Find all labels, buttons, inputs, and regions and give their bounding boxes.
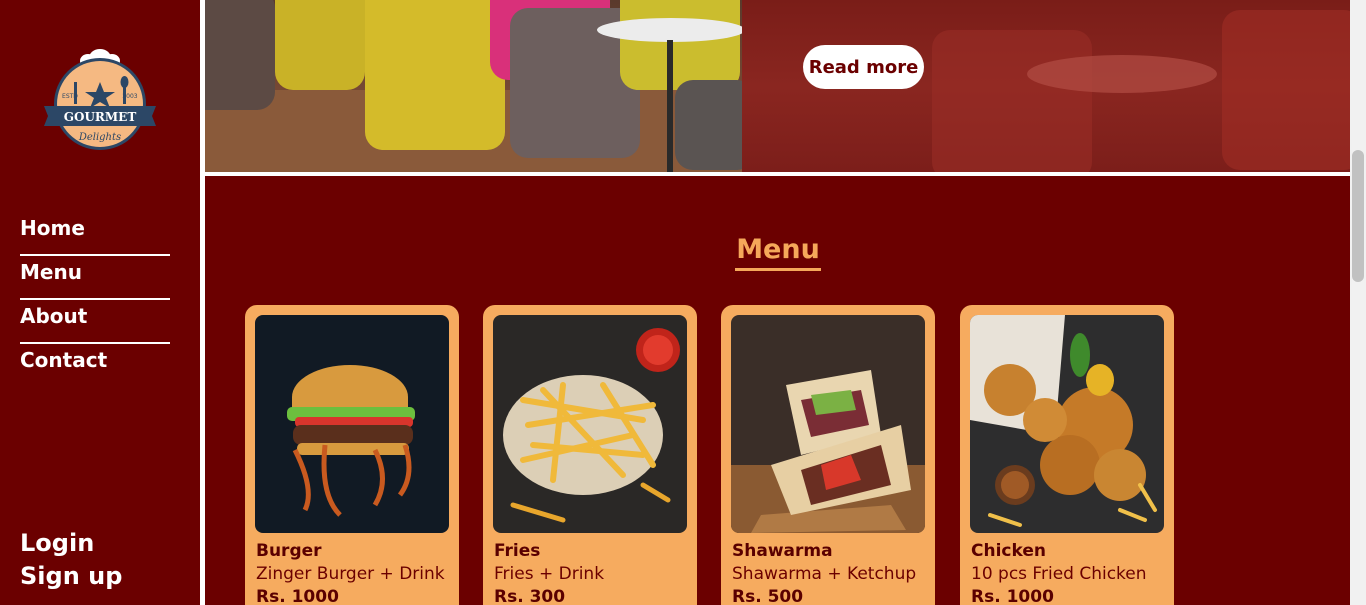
card-price: Rs. 1000 <box>971 587 1054 605</box>
card-name: Shawarma <box>732 541 833 561</box>
login-link[interactable]: Login <box>20 527 122 560</box>
hero-photo <box>205 0 755 172</box>
nav-contact[interactable]: Contact <box>20 344 170 388</box>
logo-brand-text: GOURMET <box>64 110 137 124</box>
table-top <box>597 18 745 42</box>
card-price: Rs. 300 <box>494 587 566 605</box>
main-nav: Home Menu About Contact <box>20 212 170 388</box>
card-name: Fries <box>494 541 541 561</box>
logo-year-text: 2003 <box>122 93 137 100</box>
card-price: Rs. 1000 <box>256 587 339 605</box>
burger-image <box>255 315 449 533</box>
overlay-chair-2 <box>1222 10 1350 170</box>
logo-sub-text: Delights <box>78 132 121 143</box>
hero-banner: Read more <box>205 0 1350 172</box>
table-leg <box>667 40 673 172</box>
card-name: Burger <box>256 541 322 561</box>
scrollbar-thumb[interactable] <box>1352 150 1364 282</box>
card-desc: Shawarma + Ketchup <box>732 564 917 584</box>
card-desc: Fries + Drink <box>494 564 605 584</box>
signup-link[interactable]: Sign up <box>20 560 122 593</box>
nav-about[interactable]: About <box>20 300 170 344</box>
menu-title-underline <box>735 268 821 271</box>
nav-home[interactable]: Home <box>20 212 170 256</box>
menu-card-shawarma[interactable]: Shawarma Shawarma + Ketchup Rs. 500 <box>721 305 935 605</box>
card-desc: 10 pcs Fried Chicken <box>971 564 1147 584</box>
read-more-button[interactable]: Read more <box>803 45 924 89</box>
overlay-chair-1 <box>932 30 1092 172</box>
chair-yellow <box>275 0 365 90</box>
sidebar: GOURMET ESTD 2003 Delights Home Menu Abo… <box>0 0 200 605</box>
card-name: Chicken <box>971 541 1046 561</box>
menu-heading: Menu <box>735 234 821 271</box>
menu-card-burger[interactable]: Burger Zinger Burger + Drink Rs. 1000 <box>245 305 459 605</box>
fries-image <box>493 315 687 533</box>
card-price: Rs. 500 <box>732 587 804 605</box>
nav-menu[interactable]: Menu <box>20 256 170 300</box>
chair-yellow-right <box>620 0 740 90</box>
menu-title: Menu <box>736 234 820 265</box>
logo-estd-text: ESTD <box>62 93 78 100</box>
chair-grey <box>205 0 275 110</box>
chicken-image <box>970 315 1164 533</box>
shawarma-image <box>731 315 925 533</box>
menu-card-fries[interactable]: Fries Fries + Drink Rs. 300 <box>483 305 697 605</box>
hero-border <box>205 172 1350 176</box>
overlay-table <box>1027 55 1217 93</box>
vertical-scrollbar[interactable] <box>1350 0 1366 605</box>
gourmet-logo[interactable]: GOURMET ESTD 2003 Delights <box>40 42 160 152</box>
auth-links: Login Sign up <box>20 527 122 593</box>
card-desc: Zinger Burger + Drink <box>256 564 445 584</box>
chair-yellow-front <box>365 0 505 150</box>
menu-card-chicken[interactable]: Chicken 10 pcs Fried Chicken Rs. 1000 <box>960 305 1174 605</box>
